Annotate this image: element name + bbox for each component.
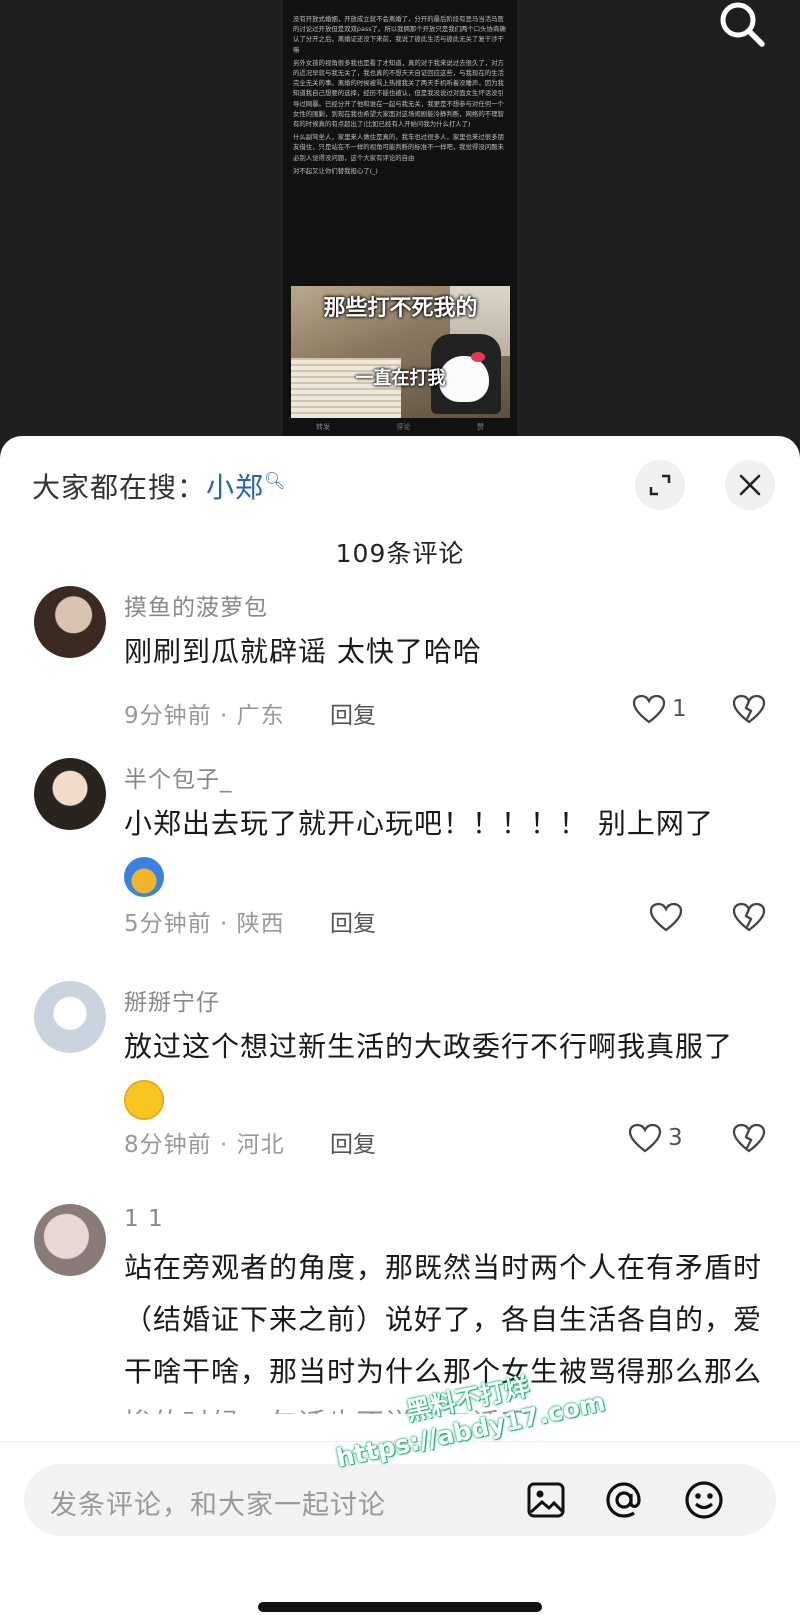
post-action-comment: 评论	[396, 423, 411, 431]
comment-username[interactable]: 掰掰宁仔	[124, 983, 220, 1017]
broken-heart-icon	[732, 1123, 766, 1153]
comment-text: 放过这个想过新生活的大政委行不行啊我真服了	[124, 1021, 764, 1125]
comment-item: 1 1 站在旁观者的角度，那既然当时两个人在有矛盾时（结婚证下来之前）说好了，各…	[0, 1204, 800, 1414]
comment-time-location: 5分钟前 · 陕西	[124, 911, 285, 937]
trending-search[interactable]: 大家都在搜：小郑🔍︎	[32, 466, 287, 506]
like-button[interactable]: 3	[628, 1123, 683, 1153]
comment-input-bar: 发条评论，和大家一起讨论	[0, 1441, 800, 1615]
post-paragraph: 对不起又让你们替我担心了(_)	[293, 166, 378, 175]
close-icon	[739, 474, 761, 496]
comment-text: 刚刷到瓜就辟谣 太快了哈哈	[124, 635, 482, 668]
image-button[interactable]	[524, 1478, 568, 1522]
post-action-like: 赞	[476, 423, 484, 431]
search-button[interactable]	[714, 0, 770, 50]
comment-username[interactable]: 摸鱼的菠萝包	[124, 588, 268, 622]
close-button[interactable]	[725, 460, 775, 510]
comment-username[interactable]: 1 1	[124, 1206, 164, 1232]
avatar[interactable]	[34, 586, 106, 658]
comment-text-body: 小郑出去玩了就开心玩吧！！！！！ 别上网了	[124, 807, 714, 840]
heart-icon	[649, 902, 683, 932]
emoji-button[interactable]	[682, 1478, 726, 1522]
post-paragraph: 另外女孩的视角很多我也是看了才知道，真的对于我来说过去很久了，对方的近况早就与我…	[293, 58, 504, 129]
background-post-area: 没有开放式婚姻，开放成立就不会离婚了，分开的最后阶段有恶马当活马医的讨论过开放但…	[0, 0, 800, 460]
avatar[interactable]	[34, 981, 106, 1053]
at-icon	[606, 1482, 641, 1518]
trending-search-prefix: 大家都在搜：	[32, 471, 207, 504]
meme-image: 那些打不死我的 一直在打我	[291, 286, 510, 418]
reply-button[interactable]: 回复	[330, 696, 376, 730]
post-paragraph: 什么副驾坐人，家里来人做住是真的，我车也过很多人，家里也来过很多朋友借住，只是站…	[293, 133, 504, 162]
post-action-bar: 转发 评论 赞	[283, 422, 517, 432]
dislike-button[interactable]	[732, 902, 766, 936]
heart-icon	[628, 1123, 662, 1153]
like-button[interactable]: 1	[632, 694, 687, 724]
comment-text: 小郑出去玩了就开心玩吧！！！！！ 别上网了	[124, 798, 764, 902]
trending-search-term[interactable]: 小郑	[206, 471, 264, 504]
comment-time-location: 9分钟前 · 广东	[124, 703, 285, 729]
home-indicator[interactable]	[258, 1602, 542, 1612]
post-action-repost: 转发	[316, 423, 331, 431]
dislike-button[interactable]	[732, 694, 766, 728]
like-button[interactable]	[649, 902, 689, 932]
search-icon	[720, 2, 765, 47]
reply-button[interactable]: 回复	[330, 1125, 376, 1159]
meme-caption-top: 那些打不死我的	[323, 296, 478, 321]
comment-count-title: 109条评论	[335, 539, 465, 568]
post-screenshot: 没有开放式婚姻，开放成立就不会离婚了，分开的最后阶段有恶马当活马医的讨论过开放但…	[283, 0, 517, 440]
heart-icon	[632, 694, 666, 724]
avatar[interactable]	[34, 758, 106, 830]
reply-button[interactable]: 回复	[330, 904, 376, 938]
image-icon	[527, 1482, 565, 1518]
comment-input[interactable]: 发条评论，和大家一起讨论	[24, 1464, 776, 1536]
post-paragraph: 没有开放式婚姻，开放成立就不会离婚了，分开的最后阶段有恶马当活马医的讨论过开放但…	[293, 15, 506, 54]
comment-time-location: 8分钟前 · 河北	[124, 1132, 285, 1158]
mention-button[interactable]	[602, 1478, 646, 1522]
grumpy-duck-emoji-icon	[124, 1080, 164, 1120]
dislike-button[interactable]	[732, 1123, 766, 1157]
broken-heart-icon	[732, 902, 766, 932]
like-count: 1	[672, 696, 687, 722]
broken-heart-icon	[732, 694, 766, 724]
post-body: 没有开放式婚姻，开放成立就不会离婚了，分开的最后阶段有恶马当活马医的讨论过开放但…	[293, 14, 507, 179]
sheet-header: 大家都在搜：小郑🔍︎	[0, 436, 800, 516]
comment-input-placeholder: 发条评论，和大家一起讨论	[50, 1490, 386, 1521]
search-icon: 🔍︎	[264, 471, 287, 492]
comment-username[interactable]: 半个包子_	[124, 760, 233, 794]
emoji-icon	[685, 1481, 723, 1519]
avatar[interactable]	[34, 1204, 106, 1276]
blue-hair-emoji-icon	[124, 857, 164, 897]
comment-text-body: 放过这个想过新生活的大政委行不行啊我真服了	[124, 1030, 734, 1063]
like-count: 3	[668, 1125, 683, 1151]
expand-icon	[649, 474, 671, 496]
meme-caption-bottom: 一直在打我	[355, 368, 446, 389]
expand-button[interactable]	[635, 460, 685, 510]
